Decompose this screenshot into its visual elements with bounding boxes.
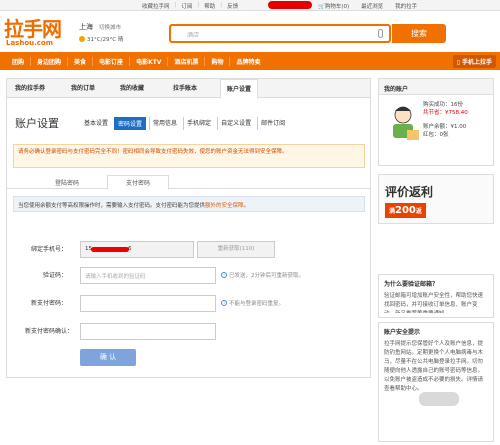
tab-ledger[interactable]: 拉手账本 xyxy=(167,79,203,98)
header: 拉手网 Lashou.com 上海 切换城市 31°C/29°C 晴 酒店 搜索 xyxy=(0,11,500,51)
feedback-link[interactable]: 反馈 xyxy=(227,2,238,10)
nav-item-nearby[interactable]: 身边团购 xyxy=(31,57,69,66)
search-button[interactable]: 搜索 xyxy=(392,24,446,43)
subtab-password[interactable]: 密码设置 xyxy=(114,117,147,130)
mic-icon[interactable] xyxy=(378,29,383,38)
why-verify-box: 为什么要验证邮箱？ 验证邮箱可增加账户安全性，帮助您快速找回密码，并可接收订单信… xyxy=(378,274,494,318)
subtab-custom[interactable]: 自定义设置 xyxy=(217,117,254,130)
top-bar: 收藏拉手网 | 订阅 | 帮助 | 反馈 🛒购物车(0) 最近浏览 我的拉手 xyxy=(0,0,500,11)
tab-login-password[interactable]: 登陆密码 xyxy=(55,178,79,187)
review-rebate-banner[interactable]: 评价返利 满200返 xyxy=(378,174,494,224)
phone-label: 绑定手机号： xyxy=(30,246,67,253)
confirm-password-label: 新支付密码确认： xyxy=(24,328,73,335)
subtab-phone[interactable]: 手机绑定 xyxy=(183,117,214,130)
resend-code-button[interactable]: 重新获取(110) xyxy=(197,241,275,258)
code-input[interactable]: 请输入手机收到的验证码 xyxy=(80,267,216,284)
subtab-basic[interactable]: 基本设置 xyxy=(81,117,111,130)
mobile-app-link[interactable]: ▯ 手机上拉手 xyxy=(452,55,496,68)
city-switch-link[interactable]: 切换城市 xyxy=(99,23,121,31)
my-account-box: 我的账户 购买成功：16份 共节省：¥758.40 账户余额：¥1.00 红包：… xyxy=(378,78,494,166)
main-panel: 我的拉手券 我的订单 我的收藏 拉手账本 账户设置 账户设置 基本设置 密码设置… xyxy=(6,78,371,378)
why-verify-text: 验证邮箱可增加账户安全性，帮助您快速找回密码，并可接收订单信息、账户变动、新品推… xyxy=(384,293,484,313)
account-stats: 购买成功：16份 共节省：¥758.40 账户余额：¥1.00 红包：0张 xyxy=(423,102,468,138)
nav-item-tuangou[interactable]: 团购 xyxy=(6,57,32,66)
info-icon: i xyxy=(221,300,227,306)
my-account-title: 我的账户 xyxy=(379,79,493,95)
nav-item-hotel[interactable]: 酒店机票 xyxy=(168,57,206,66)
why-verify-title: 为什么要验证邮箱？ xyxy=(379,275,493,289)
subtab-email[interactable]: 邮件订阅 xyxy=(257,117,288,130)
confirm-password-input[interactable] xyxy=(80,323,216,340)
code-label: 验证码： xyxy=(42,272,67,279)
info-icon: i xyxy=(221,272,227,278)
promo-title: 评价返利 xyxy=(385,185,434,199)
password-warning: 请务必确认登录密码与支付密码完全不同！密码相同会导致支付密码失效，使您的账户资金… xyxy=(13,144,365,168)
cart-icon: 🛒 xyxy=(318,4,325,10)
redacted-phone xyxy=(91,247,129,252)
subtab-info[interactable]: 常用信息 xyxy=(149,117,180,130)
nav-item-shopping[interactable]: 购物 xyxy=(205,57,231,66)
favorite-link[interactable]: 收藏拉手网 xyxy=(142,2,170,10)
tab-favorites[interactable]: 我的收藏 xyxy=(114,79,150,98)
phone-field: 15 6 xyxy=(80,241,194,258)
sun-icon xyxy=(79,36,85,42)
tab-pay-password[interactable]: 支付密码 xyxy=(107,175,170,190)
redacted-username xyxy=(268,1,312,9)
nav-item-movie-ktv[interactable]: 电影KTV xyxy=(130,57,169,66)
password-type-tabs: 登陆密码 支付密码 xyxy=(7,175,370,190)
tab-coupons[interactable]: 我的拉手券 xyxy=(9,79,51,98)
logo-subtitle: Lashou.com xyxy=(6,39,54,47)
confirm-button[interactable]: 确 认 xyxy=(80,349,136,366)
nav-item-movie-seat[interactable]: 电影订座 xyxy=(93,57,131,66)
settings-subtabs: 基本设置 密码设置 常用信息 手机绑定 自定义设置 邮件订阅 xyxy=(81,117,288,130)
tab-account-settings[interactable]: 账户设置 xyxy=(220,79,259,99)
new-pay-password-input[interactable] xyxy=(80,295,216,312)
new-pay-password-label: 新支付密码： xyxy=(30,300,67,307)
recent-link[interactable]: 最近浏览 xyxy=(361,2,383,10)
watermark xyxy=(419,392,459,406)
tab-orders[interactable]: 我的订单 xyxy=(65,79,101,98)
city-name: 上海 xyxy=(79,23,93,31)
page-title: 账户设置 xyxy=(15,117,59,130)
help-link[interactable]: 帮助 xyxy=(204,2,215,10)
avatar xyxy=(393,106,419,140)
logo[interactable]: 拉手网 xyxy=(4,13,62,42)
new-password-hint: i 不能与登录密码重复。 xyxy=(221,299,284,307)
safety-tips-box: 账户安全提示 拉手网提示您保管好个人及账户信息，提防钓鱼网站。定期更换个人电脑病… xyxy=(378,322,494,442)
main-nav: 团购 身边团购 美食 电影订座 电影KTV 酒店机票 购物 品牌特卖 ▯ 手机上… xyxy=(0,52,500,70)
account-tabs: 我的拉手券 我的订单 我的收藏 拉手账本 账户设置 xyxy=(7,79,370,99)
cart-link[interactable]: 🛒购物车(0) xyxy=(318,2,349,10)
pay-password-notice: 当您使用余额支付等高权限操作时，需要输入支付密码。支付密码能为您提供额外的安全保… xyxy=(13,196,365,212)
promo-subtitle: 满200返 xyxy=(385,203,426,218)
nav-item-food[interactable]: 美食 xyxy=(68,57,94,66)
safety-text: 拉手网提示您保管好个人及账户信息，提防钓鱼网站。定期更换个人电脑病毒与木马，尽量… xyxy=(384,341,484,392)
weather: 31°C/29°C 晴 xyxy=(79,35,123,43)
search-placeholder: 酒店 xyxy=(187,32,200,39)
my-lashou-link[interactable]: 我的拉手 xyxy=(395,2,417,10)
nav-item-brand[interactable]: 品牌特卖 xyxy=(230,57,266,66)
safety-title: 账户安全提示 xyxy=(379,323,493,337)
search-input[interactable]: 酒店 xyxy=(169,24,391,43)
subscribe-link[interactable]: 订阅 xyxy=(181,2,192,10)
phone-icon: ▯ xyxy=(456,59,460,66)
code-hint: i 已发送，2分钟后可重新获取。 xyxy=(221,271,304,279)
